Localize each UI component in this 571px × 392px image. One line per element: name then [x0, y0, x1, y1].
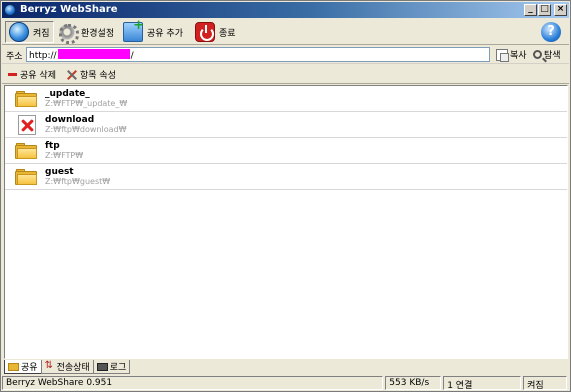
- settings-button[interactable]: 환경설정: [54, 21, 117, 44]
- share-name: ftp: [45, 141, 60, 151]
- tab-label: 로그: [109, 363, 127, 373]
- minus-icon: [8, 73, 17, 76]
- folder-icon: [15, 169, 37, 185]
- close-button[interactable]: ×: [554, 4, 567, 16]
- item-properties-label: 항목 속성: [80, 71, 116, 81]
- address-suffix: /: [130, 51, 134, 61]
- title-bar[interactable]: Berryz WebShare _ □ ×: [2, 2, 569, 18]
- gear-icon: [57, 22, 79, 44]
- share-path: Z:₩ftp₩guest₩: [45, 177, 111, 186]
- tab-log[interactable]: 로그: [92, 360, 131, 374]
- error-icon: [18, 115, 36, 135]
- list-item[interactable]: ftp Z:₩FTP₩: [5, 138, 567, 164]
- redacted-host: [57, 49, 130, 59]
- share-path: Z:₩FTP₩_update_₩: [45, 99, 128, 108]
- copy-icon: [496, 48, 509, 62]
- window-controls: _ □ ×: [524, 4, 567, 16]
- window-title: Berryz WebShare: [20, 4, 118, 15]
- address-bar: 주소 http:// / 복사 탐색: [2, 46, 569, 64]
- address-prefix: http://: [29, 51, 57, 61]
- add-share-label: 공유 추가: [147, 28, 183, 39]
- tab-transfer-status[interactable]: 전송상태: [40, 360, 94, 374]
- globe-icon: [9, 22, 29, 42]
- share-name: download: [45, 115, 95, 125]
- address-label: 주소: [6, 52, 23, 62]
- status-speed: 553 KB/s: [385, 376, 442, 390]
- browse-button[interactable]: 탐색: [533, 47, 561, 62]
- minimize-button[interactable]: _: [524, 4, 537, 16]
- quit-button[interactable]: 종료: [192, 21, 239, 43]
- magnifier-icon: [533, 50, 542, 59]
- tab-label: 전송상태: [56, 363, 90, 373]
- list-item[interactable]: guest Z:₩ftp₩guest₩: [5, 164, 567, 190]
- browse-label: 탐색: [544, 51, 561, 61]
- folder-icon: [15, 143, 37, 159]
- tab-shares[interactable]: 공유: [4, 360, 42, 374]
- power-on-label: 켜짐: [33, 28, 50, 39]
- tools-icon: [66, 69, 77, 80]
- delete-share-button[interactable]: 공유 삭제: [8, 68, 56, 81]
- folder-icon: [8, 362, 19, 371]
- quit-label: 종료: [219, 28, 236, 39]
- app-icon: [4, 4, 16, 16]
- tab-label: 공유: [21, 363, 38, 373]
- status-connections: 1 연결: [443, 376, 522, 390]
- help-icon[interactable]: ?: [541, 22, 561, 42]
- share-name: guest: [45, 167, 74, 177]
- list-item[interactable]: download Z:₩ftp₩download₩: [5, 112, 567, 138]
- share-name: _update_: [45, 89, 90, 99]
- copy-label: 복사: [510, 51, 527, 61]
- status-version: Berryz WebShare 0.951: [2, 376, 384, 390]
- copy-button[interactable]: 복사: [496, 47, 527, 62]
- action-bar: 공유 삭제 항목 속성: [2, 65, 569, 84]
- folder-icon: [15, 91, 37, 107]
- address-field[interactable]: http:// /: [26, 47, 490, 62]
- share-path: Z:₩ftp₩download₩: [45, 125, 127, 134]
- add-share-icon: [123, 18, 144, 42]
- item-properties-button[interactable]: 항목 속성: [66, 68, 116, 81]
- power-on-button[interactable]: 켜짐: [5, 21, 54, 43]
- main-toolbar: 켜짐 환경설정 공유 추가 종료 ?: [2, 18, 569, 45]
- share-path: Z:₩FTP₩: [45, 151, 84, 160]
- status-state: 켜짐: [523, 376, 568, 390]
- log-icon: [96, 362, 108, 371]
- settings-label: 환경설정: [81, 28, 115, 39]
- delete-share-label: 공유 삭제: [20, 71, 56, 81]
- list-item[interactable]: _update_ Z:₩FTP₩_update_₩: [5, 86, 567, 112]
- share-list[interactable]: _update_ Z:₩FTP₩_update_₩ download Z:₩ft…: [4, 85, 568, 359]
- maximize-button[interactable]: □: [538, 4, 551, 16]
- app-window: Berryz WebShare _ □ × 켜짐 환경설정 공유 추가 종료 ?…: [0, 0, 571, 392]
- bottom-tabs: 공유 전송상태 로그: [4, 360, 131, 374]
- power-icon: [195, 22, 215, 42]
- add-share-button[interactable]: 공유 추가: [120, 18, 186, 43]
- transfer-icon: [45, 360, 55, 372]
- status-bar: Berryz WebShare 0.951 553 KB/s 1 연결 켜짐: [2, 375, 569, 391]
